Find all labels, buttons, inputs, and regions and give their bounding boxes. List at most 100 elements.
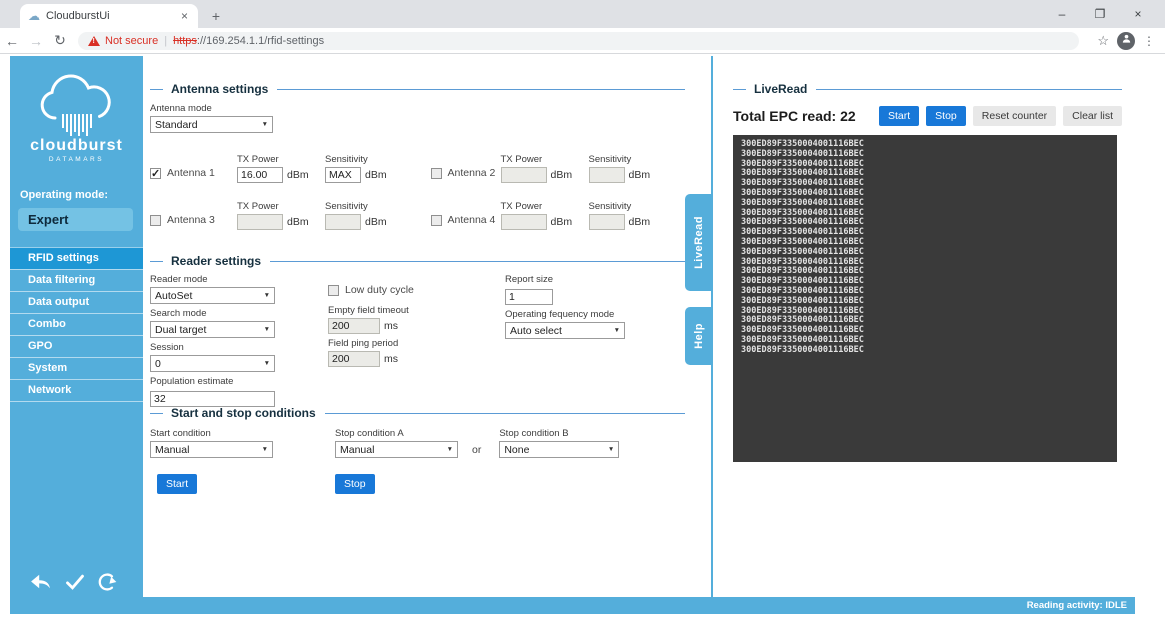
- liveread-start-button[interactable]: Start: [878, 106, 920, 126]
- url-protocol: https: [173, 34, 197, 47]
- liveread-legend: LiveRead: [733, 82, 1122, 96]
- antenna-4-checkbox[interactable]: [430, 214, 442, 226]
- tx-power-label: TX Power: [500, 201, 543, 212]
- tx-power-label: TX Power: [237, 201, 279, 212]
- ms-unit: ms: [384, 320, 398, 332]
- antenna-2-tx-power-input[interactable]: [500, 167, 547, 183]
- browser-tab-strip: ☁ CloudburstUi × + – ❐ ×: [0, 0, 1165, 28]
- empty-field-timeout-input[interactable]: [328, 318, 380, 334]
- minimize-icon[interactable]: –: [1043, 0, 1081, 28]
- antenna-settings-title: Antenna settings: [171, 82, 269, 96]
- sidebar-item-network[interactable]: Network: [10, 379, 143, 402]
- low-duty-cycle-checkbox[interactable]: [328, 284, 339, 296]
- search-mode-select[interactable]: Dual target: [150, 321, 275, 338]
- browser-tab[interactable]: ☁ CloudburstUi ×: [20, 4, 198, 28]
- page: cloudburst DATAMARS Operating mode: Expe…: [0, 54, 1165, 621]
- sidebar-item-rfid-settings[interactable]: RFID settings: [10, 247, 143, 269]
- not-secure-label[interactable]: Not secure: [105, 35, 158, 47]
- sensitivity-label: Sensitivity: [588, 201, 632, 212]
- tab-liveread[interactable]: LiveRead: [685, 194, 713, 291]
- antenna-4-tx-power-input[interactable]: [500, 214, 547, 230]
- antenna-3-cell: Antenna 3 TX Power dBm Sensitivity dBm: [150, 190, 431, 230]
- start-condition-select[interactable]: Manual: [150, 441, 273, 458]
- liveread-toolbar: Total EPC read: 22 Start Stop Reset coun…: [733, 106, 1122, 126]
- sidebar-item-data-filtering[interactable]: Data filtering: [10, 269, 143, 291]
- population-estimate-label: Population estimate: [150, 376, 234, 387]
- close-icon[interactable]: ×: [1119, 0, 1157, 28]
- tab-help[interactable]: Help: [685, 307, 713, 365]
- session-label: Session: [150, 342, 184, 353]
- population-estimate-input[interactable]: [150, 391, 275, 407]
- antenna-1-checkbox[interactable]: [150, 167, 161, 180]
- stop-condition-a-label: Stop condition A: [335, 428, 404, 439]
- sidebar-item-combo[interactable]: Combo: [10, 313, 143, 335]
- tab-close-icon[interactable]: ×: [179, 9, 190, 23]
- antenna-2-sensitivity-input[interactable]: [588, 167, 625, 183]
- dbm-unit: dBm: [287, 216, 309, 228]
- sensitivity-label: Sensitivity: [588, 154, 632, 165]
- report-size-label: Report size: [505, 274, 554, 285]
- logo-subtitle: DATAMARS: [48, 156, 105, 163]
- omnibox-divider: |: [164, 34, 168, 47]
- low-duty-cycle-label: Low duty cycle: [345, 284, 414, 296]
- search-mode-label: Search mode: [150, 308, 207, 319]
- antenna-mode-select[interactable]: Standard: [150, 116, 273, 133]
- report-size-input[interactable]: [505, 289, 553, 305]
- apply-check-icon[interactable]: [65, 573, 85, 591]
- cloud-rain-icon: [40, 74, 111, 136]
- antenna-1-label: Antenna 1: [167, 167, 215, 179]
- url-field[interactable]: ! Not secure | https ://169.254.1.1/rfid…: [78, 31, 1080, 50]
- forward-icon[interactable]: →: [24, 33, 48, 49]
- antenna-1-cell: Antenna 1 TX Power dBm Sensitivity dBm: [150, 143, 431, 183]
- antenna-4-sensitivity-input[interactable]: [588, 214, 625, 230]
- cloudburst-logo: cloudburst DATAMARS: [10, 56, 143, 163]
- sidebar-item-data-output[interactable]: Data output: [10, 291, 143, 313]
- sensitivity-label: Sensitivity: [325, 154, 368, 165]
- sidebar-item-system[interactable]: System: [10, 357, 143, 379]
- cloud-favicon-icon: ☁: [28, 9, 40, 23]
- reader-settings-legend: Reader settings: [150, 254, 685, 268]
- stop-condition-b-select[interactable]: None: [499, 441, 620, 458]
- antenna-3-checkbox[interactable]: [150, 214, 161, 226]
- epc-list[interactable]: 300ED89F3350004001116BEC 300ED89F33500040…: [733, 135, 1117, 462]
- frequency-mode-select[interactable]: Auto select: [505, 322, 625, 339]
- clear-list-button[interactable]: Clear list: [1063, 106, 1122, 126]
- antenna-3-sensitivity-input[interactable]: [325, 214, 361, 230]
- antenna-2-cell: Antenna 2 TX Power dBm Sensitivity dBm: [430, 143, 712, 183]
- antenna-mode-field: Antenna mode Standard: [150, 103, 711, 133]
- reader-settings-grid: Reader mode AutoSet Search mode Dual tar…: [150, 274, 711, 407]
- antenna-2-checkbox[interactable]: [430, 167, 442, 179]
- field-ping-period-input[interactable]: [328, 351, 380, 367]
- antenna-1-tx-power-input[interactable]: [237, 167, 283, 183]
- antenna-grid: Antenna 1 TX Power dBm Sensitivity dBm A…: [150, 143, 711, 230]
- start-button[interactable]: Start: [157, 474, 198, 494]
- back-icon[interactable]: ←: [0, 33, 24, 49]
- new-tab-button[interactable]: +: [206, 6, 226, 26]
- antenna-4-cell: Antenna 4 TX Power dBm Sensitivity dBm: [430, 190, 712, 230]
- browser-menu-icon[interactable]: ⋮: [1143, 34, 1155, 48]
- liveread-stop-button[interactable]: Stop: [926, 106, 966, 126]
- stop-condition-a-select[interactable]: Manual: [335, 441, 458, 458]
- reader-mode-select[interactable]: AutoSet: [150, 287, 275, 304]
- dbm-unit: dBm: [287, 169, 309, 181]
- logout-icon[interactable]: [98, 573, 119, 591]
- address-bar: ← → ↻ ! Not secure | https ://169.254.1.…: [0, 28, 1165, 54]
- refresh-icon[interactable]: ↻: [48, 32, 72, 49]
- liveread-title: LiveRead: [754, 82, 808, 96]
- antenna-mode-label: Antenna mode: [150, 103, 212, 114]
- dbm-unit: dBm: [550, 169, 573, 181]
- tx-power-label: TX Power: [500, 154, 543, 165]
- total-epc-read: Total EPC read: 22: [733, 108, 856, 124]
- restore-icon[interactable]: ❐: [1081, 0, 1119, 28]
- reset-counter-button[interactable]: Reset counter: [972, 106, 1057, 126]
- conditions-row: Start condition Manual Stop condition A …: [150, 428, 711, 458]
- sidebar-item-gpo[interactable]: GPO: [10, 335, 143, 357]
- profile-avatar[interactable]: [1117, 31, 1135, 50]
- back-arrow-icon[interactable]: [30, 573, 52, 591]
- antenna-3-tx-power-input[interactable]: [237, 214, 283, 230]
- bookmark-star-icon[interactable]: ☆: [1097, 33, 1109, 49]
- session-select[interactable]: 0: [150, 355, 275, 372]
- stop-button[interactable]: Stop: [335, 474, 375, 494]
- dbm-unit: dBm: [628, 169, 651, 181]
- antenna-1-sensitivity-input[interactable]: [325, 167, 361, 183]
